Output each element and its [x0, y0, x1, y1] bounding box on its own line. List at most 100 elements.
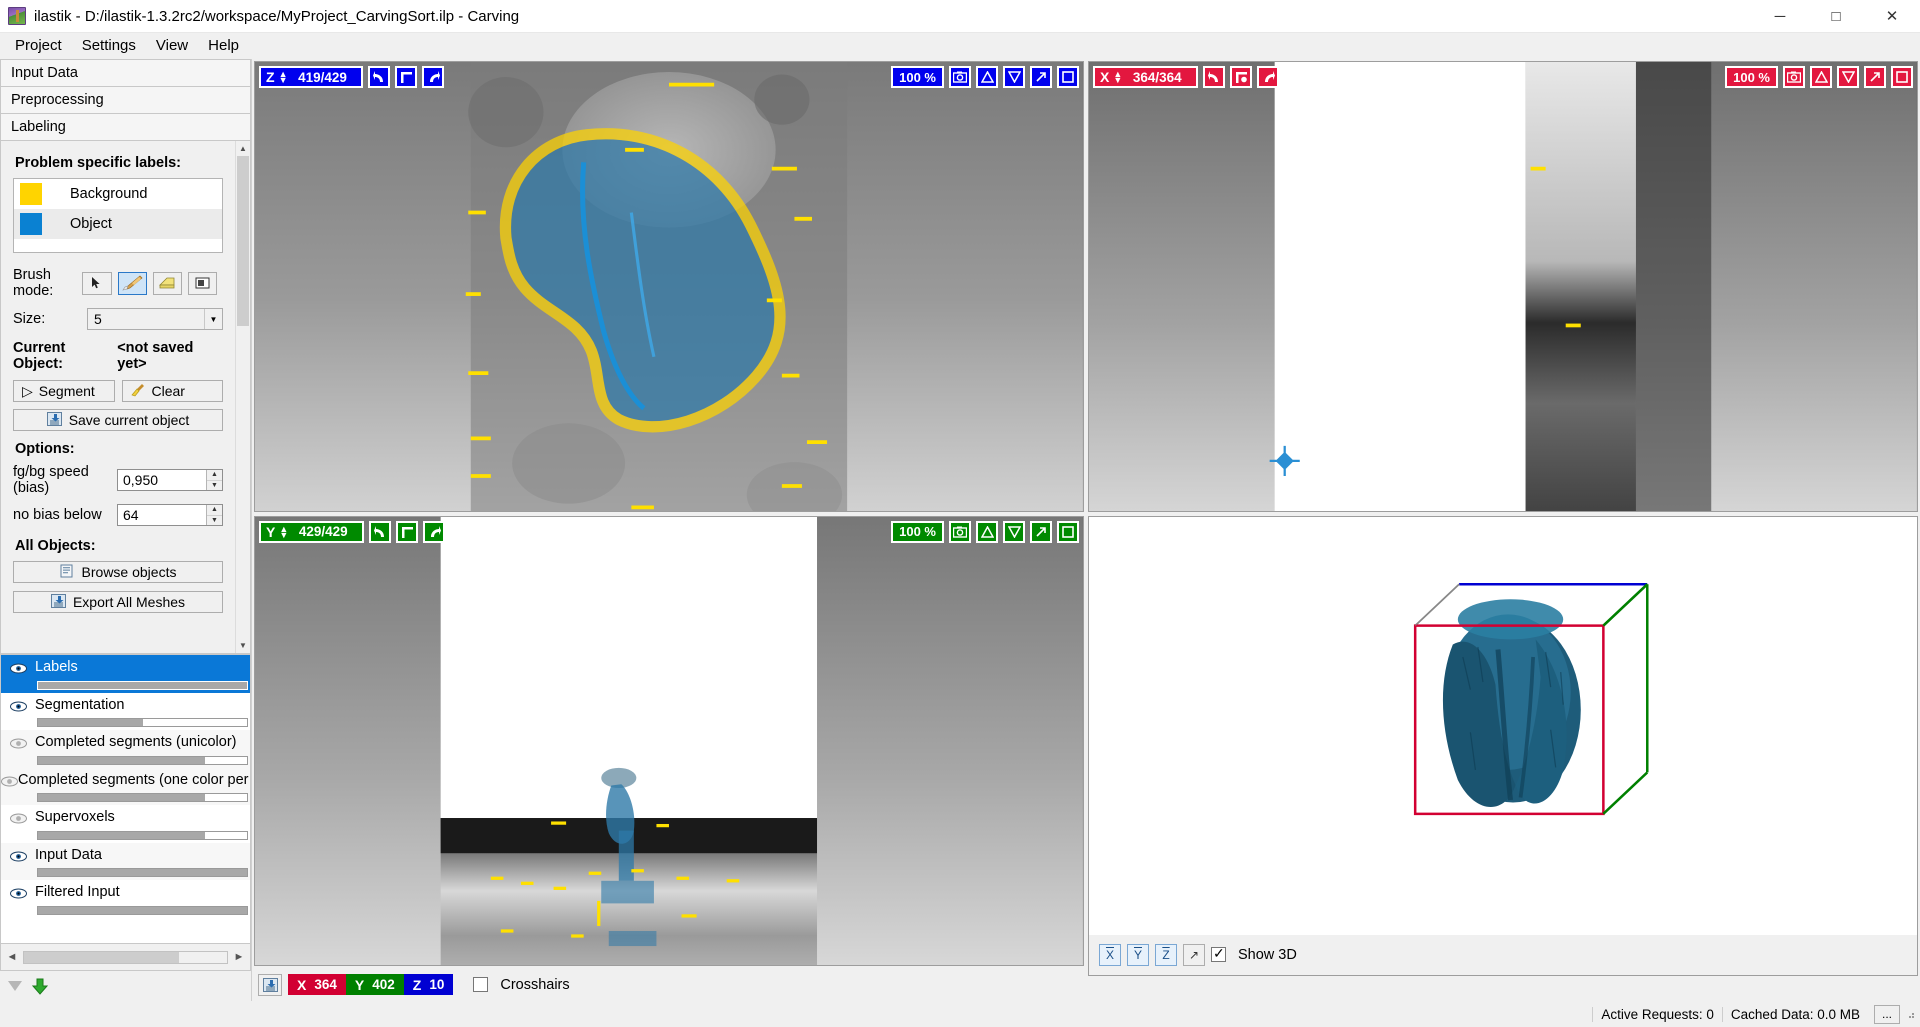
layer-list[interactable]: Labels Segmentation Completed segments (…: [0, 654, 251, 944]
volume-3d-canvas[interactable]: [1089, 517, 1917, 935]
spin-down-icon[interactable]: ▼: [207, 480, 222, 490]
x-slice-viewer[interactable]: X ▲ ▼ 364/364 100 %: [1088, 61, 1918, 512]
camera-icon[interactable]: [1783, 66, 1805, 88]
minimize-button[interactable]: ─: [1752, 0, 1808, 33]
diagonal-arrow-icon[interactable]: [1030, 520, 1052, 543]
browse-objects-button[interactable]: Browse objects: [13, 561, 223, 583]
layer-opacity-slider[interactable]: [37, 905, 248, 915]
chevron-down-icon[interactable]: ▼: [204, 309, 222, 329]
camera-icon[interactable]: [949, 520, 971, 543]
square-icon[interactable]: [1891, 66, 1913, 88]
square-icon[interactable]: [1057, 520, 1079, 543]
label-list[interactable]: Background Object: [13, 178, 223, 253]
layer-opacity-slider[interactable]: [37, 680, 248, 690]
spin-down-icon[interactable]: ▼: [207, 515, 222, 525]
coord-x[interactable]: X 364: [288, 974, 346, 995]
eraser-tool-button[interactable]: [152, 271, 182, 295]
layer-row-supervoxels[interactable]: Supervoxels: [1, 805, 250, 843]
close-button[interactable]: ✕: [1864, 0, 1920, 33]
save-current-object-button[interactable]: Save current object: [13, 409, 223, 431]
layer-opacity-slider[interactable]: [37, 868, 248, 877]
layer-list-hscrollbar[interactable]: ◄ ►: [0, 944, 251, 971]
eye-icon-off[interactable]: [1, 809, 35, 824]
triangle-down-icon[interactable]: [1837, 66, 1859, 88]
layer-row-segmentation[interactable]: Segmentation: [1, 692, 250, 730]
coord-y[interactable]: Y 402: [345, 974, 404, 995]
layer-opacity-slider[interactable]: [37, 755, 248, 765]
eye-icon[interactable]: [1, 847, 35, 862]
layer-row-completed-unicolor[interactable]: Completed segments (unicolor): [1, 730, 250, 768]
clear-button[interactable]: Clear: [121, 380, 223, 402]
scroll-right-icon[interactable]: ►: [228, 951, 250, 963]
scroll-left-icon[interactable]: ◄: [1, 951, 23, 963]
maximize-button[interactable]: □: [1808, 0, 1864, 33]
menu-project[interactable]: Project: [6, 34, 71, 57]
applet-preprocessing[interactable]: Preprocessing: [0, 86, 251, 113]
menu-settings[interactable]: Settings: [73, 34, 145, 57]
label-color-swatch[interactable]: [20, 213, 42, 235]
hscroll-thumb[interactable]: [24, 951, 179, 963]
applet-labeling[interactable]: Labeling: [0, 113, 251, 140]
layer-opacity-slider[interactable]: [37, 830, 248, 840]
menu-view[interactable]: View: [147, 34, 197, 57]
collapse-triangle-icon[interactable]: [8, 981, 22, 991]
z-zoom-level[interactable]: 100 %: [891, 66, 944, 88]
download-arrow-icon[interactable]: [31, 978, 49, 995]
arrow-tool-button[interactable]: [82, 271, 112, 295]
applet-input-data[interactable]: Input Data: [0, 59, 251, 86]
triangle-up-icon[interactable]: [976, 520, 998, 543]
y-slice-viewer[interactable]: Y ▲ ▼ 429/429 100 %: [254, 515, 1084, 966]
fgbg-bias-input[interactable]: 0,950 ▲ ▼: [117, 469, 223, 491]
status-more-button[interactable]: ...: [1874, 1004, 1900, 1024]
segment-button[interactable]: ▷ Segment: [13, 380, 115, 402]
export-all-meshes-button[interactable]: Export All Meshes: [13, 591, 223, 613]
eye-icon-off[interactable]: [1, 772, 18, 787]
layer-row-input-data[interactable]: Input Data: [1, 842, 250, 880]
spin-up-icon[interactable]: ▲: [207, 505, 222, 516]
z-slice-viewer[interactable]: Z ▲ ▼ 419/429 100 %: [254, 61, 1084, 512]
triangle-up-icon[interactable]: [976, 66, 998, 88]
triangle-up-icon[interactable]: [1810, 66, 1832, 88]
layer-opacity-slider[interactable]: [37, 718, 248, 727]
scroll-track[interactable]: [236, 156, 250, 638]
x-slice-spinbox[interactable]: X ▲ ▼ 364/364: [1093, 66, 1199, 88]
no-bias-below-input[interactable]: 64 ▲ ▼: [117, 504, 223, 526]
square-icon[interactable]: [1057, 66, 1079, 88]
eye-icon[interactable]: [1, 884, 35, 899]
coord-z[interactable]: Z 10: [403, 974, 454, 995]
scroll-down-icon[interactable]: ▼: [236, 638, 250, 653]
z-slice-spinbox[interactable]: Z ▲ ▼ 419/429: [259, 66, 364, 88]
corner-dot-bracket-icon[interactable]: [1230, 66, 1253, 88]
camera-icon[interactable]: [949, 66, 971, 88]
eye-icon[interactable]: [1, 697, 35, 712]
scroll-thumb[interactable]: [237, 156, 249, 326]
label-color-swatch[interactable]: [20, 183, 42, 205]
label-row-object[interactable]: Object: [14, 209, 222, 239]
spin-up-icon[interactable]: ▲: [207, 470, 222, 481]
y-slice-spinbox[interactable]: Y ▲ ▼ 429/429: [259, 520, 365, 543]
undo-arrow-icon[interactable]: [369, 520, 392, 543]
corner-bracket-icon[interactable]: [395, 66, 418, 88]
hscroll-track[interactable]: [23, 950, 228, 964]
drawer-scrollbar[interactable]: ▲ ▼: [235, 141, 250, 653]
save-view-icon[interactable]: [258, 973, 282, 996]
rect-tool-button[interactable]: [187, 271, 218, 295]
redo-arrow-icon[interactable]: [423, 520, 446, 543]
z-axis-button[interactable]: Z: [1155, 943, 1177, 966]
layer-opacity-slider[interactable]: [37, 793, 248, 802]
x-spin-arrows[interactable]: ▲ ▼: [1113, 70, 1122, 85]
triangle-down-icon[interactable]: [1003, 66, 1025, 88]
redo-arrow-icon[interactable]: [1257, 66, 1280, 88]
z-spin-arrows[interactable]: ▲ ▼: [279, 70, 288, 85]
layer-row-filtered-input[interactable]: Filtered Input: [1, 880, 250, 918]
layer-row-completed-per-object[interactable]: Completed segments (one color per object…: [1, 767, 250, 805]
redo-arrow-icon[interactable]: [422, 66, 445, 88]
volume-3d-viewer[interactable]: X Y Z ↗ Show 3D: [1088, 515, 1918, 976]
y-spin-arrows[interactable]: ▲ ▼: [279, 524, 288, 539]
x-axis-button[interactable]: X: [1099, 943, 1121, 966]
diagonal-arrow-icon[interactable]: [1030, 66, 1052, 88]
paint-brush-tool-button[interactable]: [117, 271, 147, 295]
y-zoom-level[interactable]: 100 %: [891, 520, 944, 543]
eye-icon[interactable]: [1, 659, 35, 674]
layer-row-labels[interactable]: Labels: [1, 655, 250, 693]
